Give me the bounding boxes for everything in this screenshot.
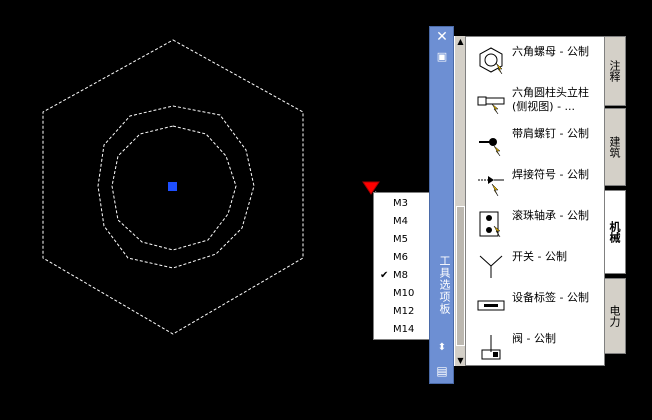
tool-item[interactable]: 设备标签 - 公制 <box>466 287 606 327</box>
checkmark-icon: ✔ <box>380 270 389 281</box>
tab-1[interactable]: 注释 <box>605 36 626 106</box>
tool-label: 滚珠轴承 - 公制 <box>512 209 589 222</box>
scroll-thumb[interactable] <box>456 206 465 346</box>
valve-icon <box>476 332 506 362</box>
properties-icon[interactable]: ⬍ <box>434 340 450 356</box>
menu-icon[interactable]: ▤ <box>434 363 450 379</box>
shoulder-screw-icon <box>476 127 506 157</box>
tool-item[interactable]: 六角螺母 - 公制 <box>466 41 606 81</box>
hex-bolt-side-icon <box>476 86 506 116</box>
size-option-label: M8 <box>393 270 408 281</box>
size-option-label: M3 <box>393 198 408 209</box>
size-option[interactable]: M5 <box>374 231 434 249</box>
tool-label: 带肩螺钉 - 公制 <box>512 127 589 140</box>
size-dropdown[interactable]: M3 M4 M5 M6 ✔ M8 M10 M12 M14 <box>373 192 435 340</box>
size-option-label: M6 <box>393 252 408 263</box>
size-option-label: M10 <box>393 288 415 299</box>
welding-symbol-icon <box>476 168 506 198</box>
size-option[interactable]: M10 <box>374 285 434 303</box>
close-icon[interactable]: ✕ <box>434 29 450 45</box>
autohide-icon[interactable]: ▣ <box>434 49 450 65</box>
size-option-label: M5 <box>393 234 408 245</box>
palette-titlebar[interactable]: ✕ ▣ 工具选项板 ⬍ ▤ <box>429 26 454 384</box>
equipment-tag-icon <box>476 291 506 321</box>
tab-4[interactable]: 电力 <box>605 278 626 354</box>
tool-item[interactable]: 阀 - 公制 <box>466 328 606 368</box>
tool-item[interactable]: 开关 - 公制 <box>466 246 606 286</box>
tool-label: 六角螺母 - 公制 <box>512 45 589 58</box>
tab-3[interactable]: 机械 <box>605 190 626 274</box>
hex-nut-icon <box>476 45 506 75</box>
grip-point[interactable] <box>168 182 177 191</box>
tool-label: 六角圆柱头立柱(侧视图) - ... <box>512 86 589 113</box>
size-option-label: M12 <box>393 306 415 317</box>
palette-content: 六角螺母 - 公制六角圆柱头立柱(侧视图) - ... 带肩螺钉 - 公制 焊接符号… <box>465 36 605 366</box>
size-option[interactable]: ✔ M8 <box>374 267 434 285</box>
tool-item[interactable]: 焊接符号 - 公制 <box>466 164 606 204</box>
tool-label: 开关 - 公制 <box>512 250 567 263</box>
tool-palette: ✕ ▣ 工具选项板 ⬍ ▤ ▲ ▼ 六角螺母 - 公制 六角圆柱头立柱(侧视图) … <box>429 26 626 386</box>
palette-tabs: 注释 建筑 机械 电力 <box>605 26 627 386</box>
ball-bearing-icon <box>476 209 506 239</box>
size-option[interactable]: M12 <box>374 303 434 321</box>
tool-item[interactable]: 滚珠轴承 - 公制 <box>466 205 606 245</box>
tool-label: 设备标签 - 公制 <box>512 291 589 304</box>
size-option[interactable]: M14 <box>374 321 434 339</box>
switch-icon <box>476 250 506 280</box>
size-option[interactable]: M6 <box>374 249 434 267</box>
size-option[interactable]: M3 <box>374 195 434 213</box>
size-option-label: M14 <box>393 324 415 335</box>
tool-item[interactable]: 六角圆柱头立柱(侧视图) - ... <box>466 82 606 122</box>
palette-title: 工具选项板 <box>438 255 451 315</box>
tool-item[interactable]: 带肩螺钉 - 公制 <box>466 123 606 163</box>
size-option[interactable]: M4 <box>374 213 434 231</box>
size-option-label: M4 <box>393 216 408 227</box>
tab-2[interactable]: 建筑 <box>605 108 626 186</box>
tool-label: 阀 - 公制 <box>512 332 556 345</box>
tool-label: 焊接符号 - 公制 <box>512 168 589 181</box>
